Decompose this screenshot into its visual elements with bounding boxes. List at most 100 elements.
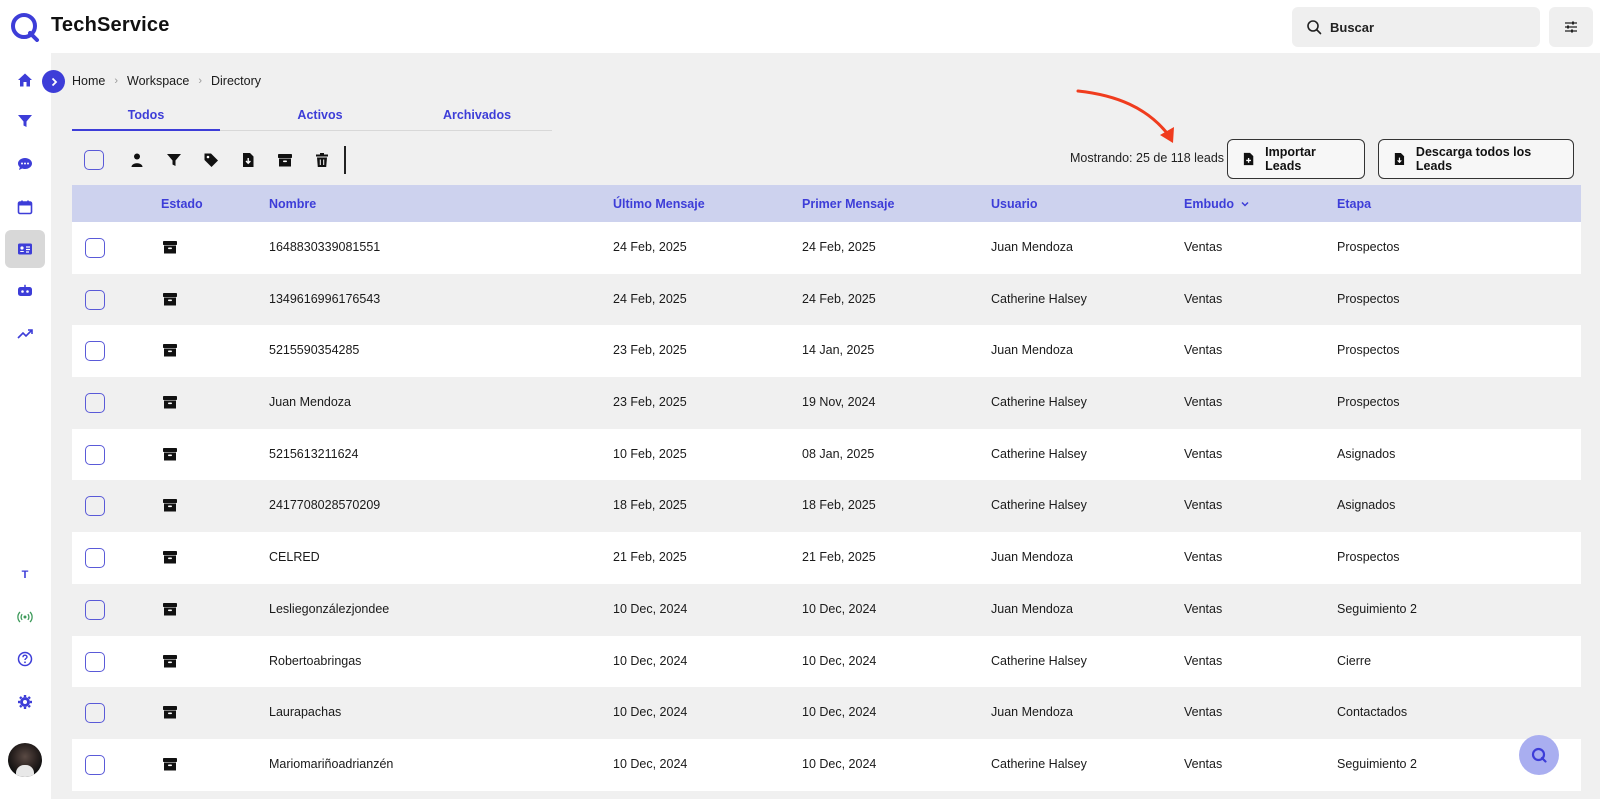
settings-sliders-button[interactable] <box>1549 7 1593 47</box>
table-row[interactable]: 5215613211624 10 Feb, 2025 08 Jan, 2025 Cat… <box>72 428 1581 481</box>
search-input[interactable] <box>1330 19 1520 35</box>
tab-todos[interactable]: Todos <box>72 108 220 122</box>
column-primer-mensaje[interactable]: Primer Mensaje <box>802 197 894 211</box>
archive-button[interactable] <box>266 146 303 174</box>
sidebar-item-bot[interactable] <box>5 272 45 310</box>
chat-support-button[interactable] <box>1519 735 1559 775</box>
cell-etapa: Prospectos <box>1337 240 1400 254</box>
row-checkbox[interactable] <box>85 393 105 414</box>
table-row[interactable]: 5215590354285 23 Feb, 2025 14 Jan, 2025 Jua… <box>72 325 1581 378</box>
row-checkbox[interactable] <box>85 754 105 775</box>
table-row[interactable]: Laurapachas 10 Dec, 2024 10 Dec, 2024 Juan … <box>72 687 1581 739</box>
table-row[interactable]: Lesliegonzálezjondee 10 Dec, 2024 10 Dec, … <box>72 583 1581 636</box>
app-logo-icon[interactable] <box>10 12 40 42</box>
sidebar-expand-button[interactable] <box>42 70 65 93</box>
chevron-down-icon[interactable] <box>1240 199 1250 209</box>
chevron-right-icon <box>51 77 57 86</box>
assign-user-button[interactable] <box>118 146 155 174</box>
tag-button[interactable] <box>192 146 229 174</box>
row-checkbox[interactable] <box>85 548 105 569</box>
cell-etapa: Seguimiento 2 <box>1337 756 1417 771</box>
column-estado[interactable]: Estado <box>161 197 203 211</box>
table-row[interactable]: CELRED 21 Feb, 2025 21 Feb, 2025 Juan Mendo… <box>72 532 1581 584</box>
funnel-icon <box>166 154 181 166</box>
breadcrumb-directory[interactable]: Directory <box>211 74 261 88</box>
download-all-leads-button[interactable]: Descarga todos los Leads <box>1378 139 1574 179</box>
export-file-button[interactable] <box>229 146 266 174</box>
import-leads-label: Importar Leads <box>1265 145 1316 173</box>
table-row[interactable]: 2417708028570209 18 Feb, 2025 18 Feb, 2025… <box>72 480 1581 533</box>
calendar-icon <box>17 200 33 215</box>
cell-nombre: 2417708028570209 <box>269 498 381 513</box>
sidebar-item-home[interactable] <box>5 61 45 99</box>
row-checkbox[interactable] <box>85 238 105 258</box>
cell-usuario: Juan Mendoza <box>991 601 1074 616</box>
user-avatar[interactable] <box>8 743 42 777</box>
active-tab-indicator <box>72 129 220 131</box>
row-checkbox[interactable] <box>85 651 105 672</box>
funnel-action-button[interactable] <box>155 146 192 174</box>
table-row[interactable]: Robertoabringas 10 Dec, 2024 10 Dec, 2024 C… <box>72 635 1581 688</box>
column-ultimo-mensaje[interactable]: Último Mensaje <box>613 197 705 211</box>
cell-etapa: Asignados <box>1337 446 1396 461</box>
column-usuario[interactable]: Usuario <box>991 197 1038 211</box>
table-row[interactable]: 1648830339081551 24 Feb, 2025 24 Feb, 2025… <box>72 222 1581 274</box>
sidebar-item-funnel[interactable] <box>5 102 45 140</box>
delete-button[interactable] <box>303 146 340 174</box>
column-nombre[interactable]: Nombre <box>269 197 316 211</box>
cell-primer-mensaje: 08 Jan, 2025 <box>802 446 875 461</box>
cell-ultimo-mensaje: 10 Dec, 2024 <box>613 601 688 616</box>
sidebar-item-contacts[interactable] <box>5 230 45 268</box>
archive-icon <box>163 241 177 254</box>
sidebar-item-settings[interactable] <box>5 683 45 721</box>
row-checkbox[interactable] <box>85 496 105 517</box>
sidebar-item-t[interactable]: T <box>5 556 45 594</box>
cell-ultimo-mensaje: 10 Feb, 2025 <box>613 446 687 461</box>
tab-archivados[interactable]: Archivados <box>412 108 542 122</box>
sidebar-item-calendar[interactable] <box>5 188 45 226</box>
help-icon <box>17 651 33 667</box>
sidebar-item-broadcast[interactable] <box>5 598 45 636</box>
row-checkbox[interactable] <box>85 289 105 310</box>
bot-icon <box>18 284 32 296</box>
cell-ultimo-mensaje: 10 Dec, 2024 <box>613 756 688 771</box>
column-embudo[interactable]: Embudo <box>1184 197 1234 211</box>
row-checkbox[interactable] <box>85 444 105 465</box>
archive-icon <box>163 396 177 409</box>
import-leads-button[interactable]: Importar Leads <box>1227 139 1365 179</box>
breadcrumb: Home › Workspace › Directory <box>72 74 261 88</box>
cell-ultimo-mensaje: 18 Feb, 2025 <box>613 498 687 513</box>
download-file-icon <box>1394 153 1405 165</box>
top-bar: TechService <box>0 0 1600 53</box>
sidebar-item-help[interactable] <box>5 640 45 678</box>
tab-activos[interactable]: Activos <box>260 108 380 122</box>
download-all-leads-label: Descarga todos los Leads <box>1415 145 1532 173</box>
cell-embudo: Ventas <box>1184 601 1223 616</box>
cell-primer-mensaje: 10 Dec, 2024 <box>802 601 877 616</box>
column-etapa[interactable]: Etapa <box>1337 197 1371 211</box>
select-all-checkbox[interactable] <box>84 150 104 170</box>
sidebar-item-chat[interactable] <box>5 145 45 183</box>
table-row[interactable]: Juan Mendoza 23 Feb, 2025 19 Nov, 2024 Cath… <box>72 377 1581 429</box>
contacts-card-icon <box>18 243 32 255</box>
cell-embudo: Ventas <box>1184 756 1223 771</box>
cell-primer-mensaje: 24 Feb, 2025 <box>802 240 876 254</box>
trash-icon <box>315 153 328 167</box>
table-body: 1648830339081551 24 Feb, 2025 24 Feb, 2025… <box>72 222 1581 791</box>
row-checkbox[interactable] <box>85 341 105 362</box>
sidebar-item-analytics[interactable] <box>5 315 45 353</box>
row-checkbox[interactable] <box>85 599 105 620</box>
breadcrumb-workspace[interactable]: Workspace <box>127 74 189 88</box>
cell-ultimo-mensaje: 24 Feb, 2025 <box>613 240 687 254</box>
cell-primer-mensaje: 18 Feb, 2025 <box>802 498 876 513</box>
archive-icon <box>163 551 177 564</box>
toolbar-divider <box>344 146 346 174</box>
table-row[interactable]: 1349616996176543 24 Feb, 2025 24 Feb, 2025… <box>72 273 1581 326</box>
table-row[interactable]: Mariomariñoadrianzén 10 Dec, 2024 10 Dec, … <box>72 738 1581 791</box>
search-box[interactable] <box>1292 7 1540 47</box>
cell-nombre: Mariomariñoadrianzén <box>269 756 394 771</box>
row-checkbox[interactable] <box>85 703 105 724</box>
breadcrumb-home[interactable]: Home <box>72 74 105 88</box>
cell-nombre: 1349616996176543 <box>269 291 381 306</box>
chevron-right-icon: › <box>198 75 202 87</box>
